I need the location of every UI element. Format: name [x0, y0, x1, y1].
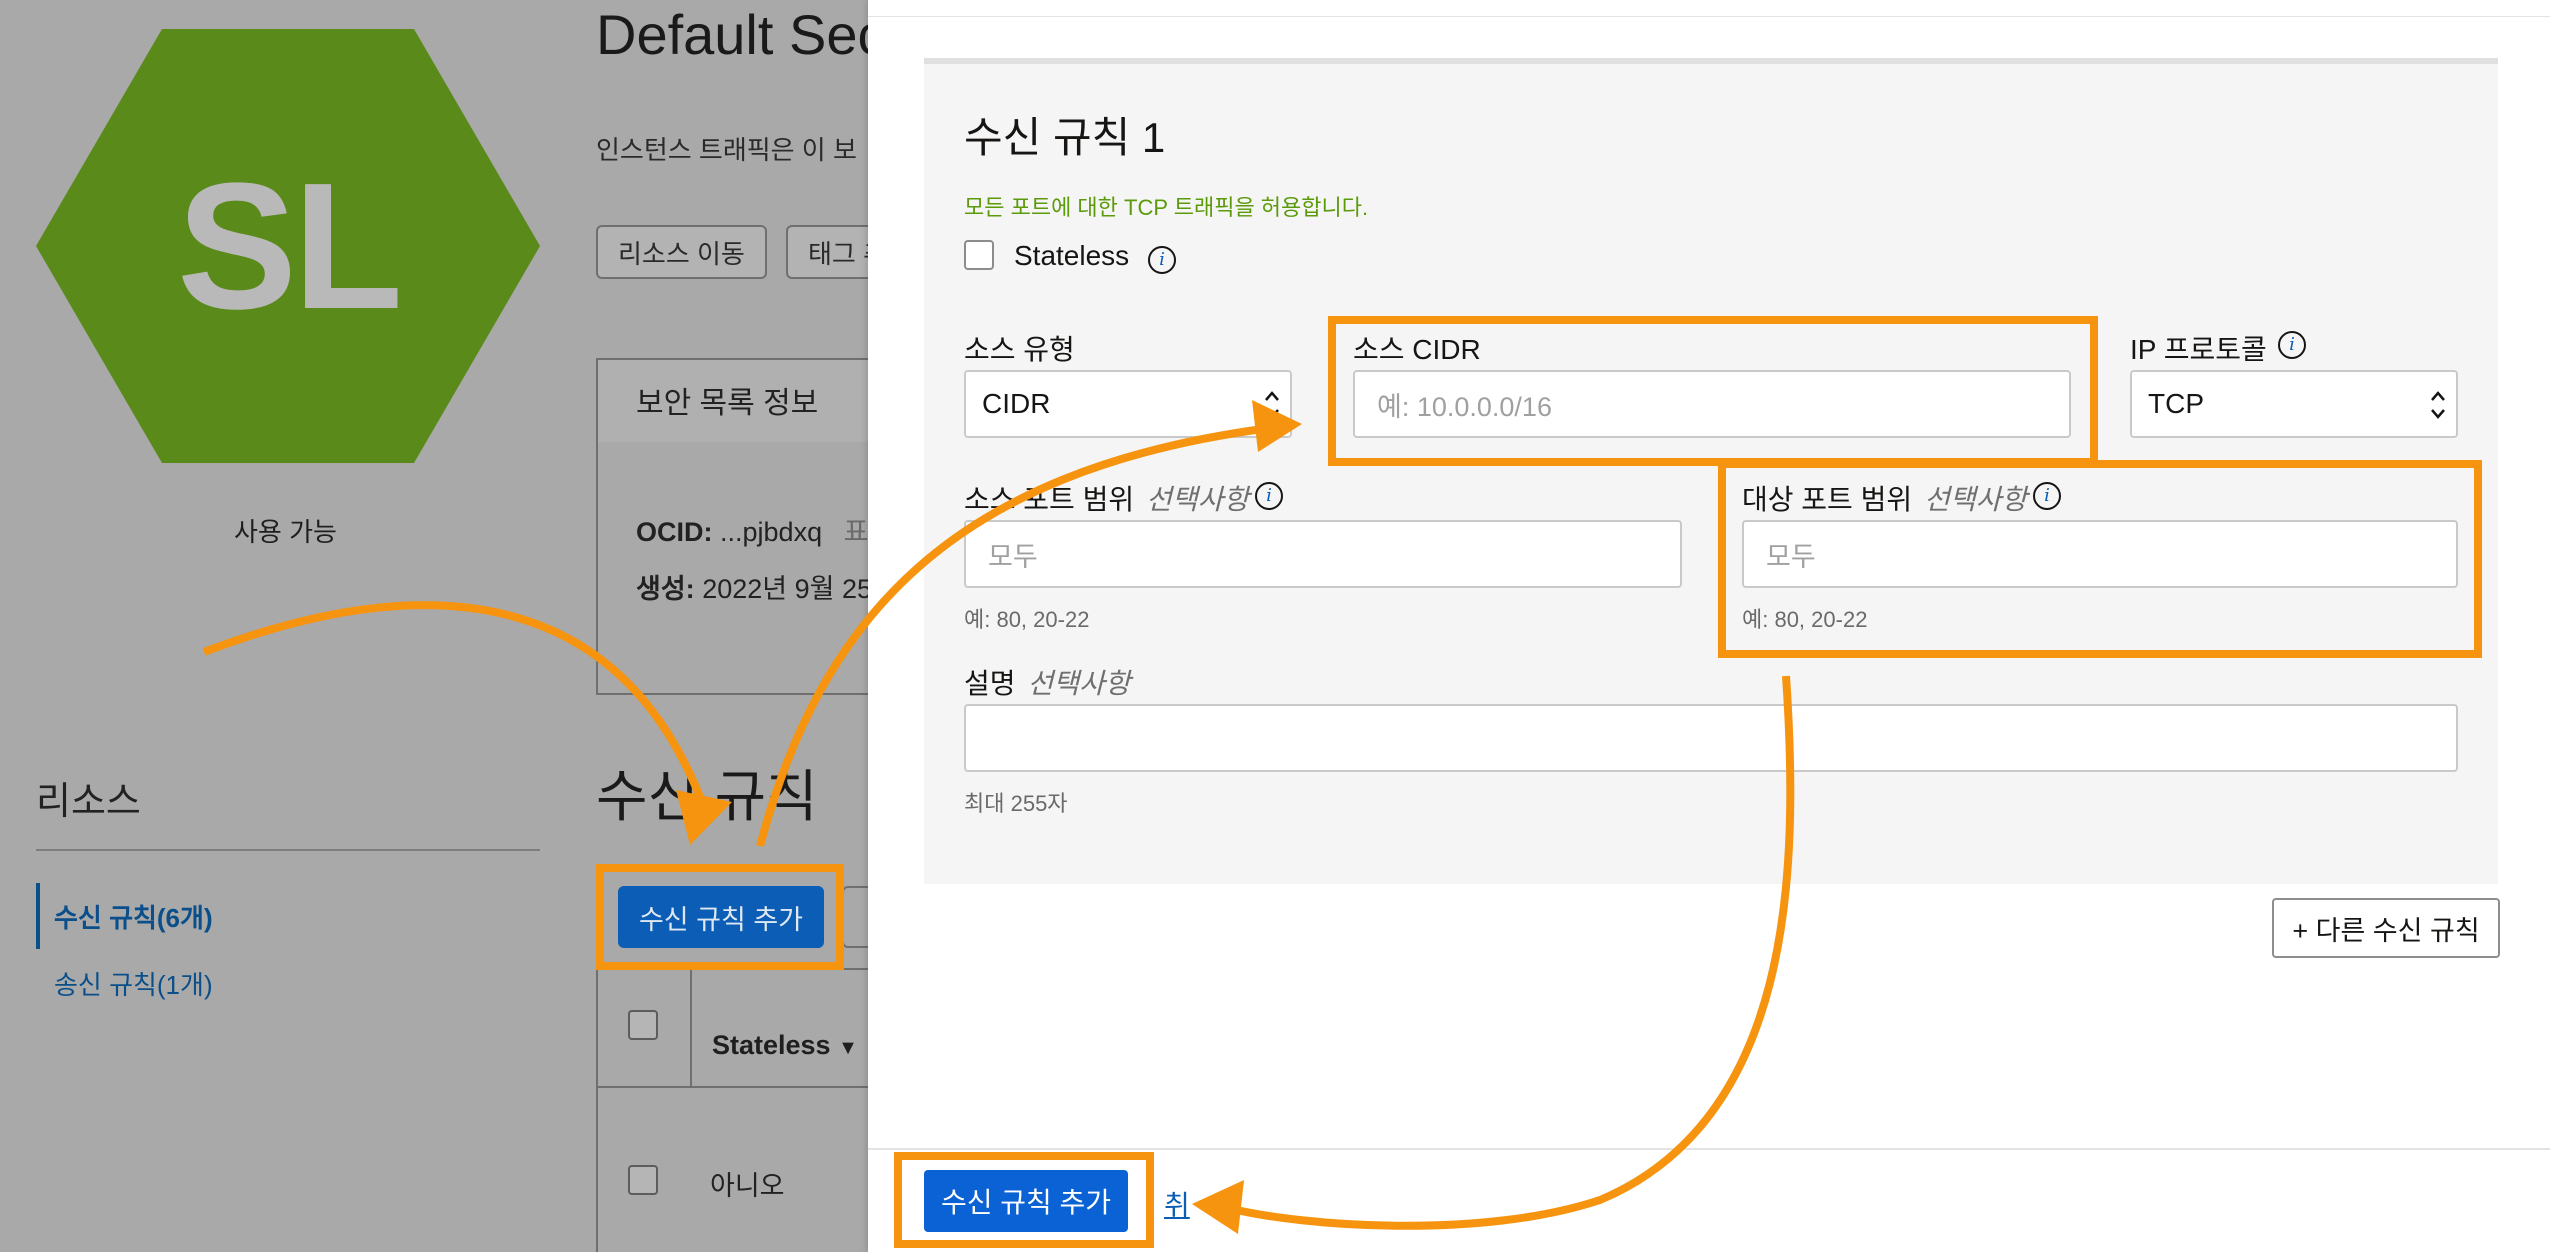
- resources-divider: [36, 849, 540, 851]
- stateless-label: Stateless: [1014, 240, 1130, 271]
- page-description: 인스턴스 트래픽은 이 보: [596, 135, 857, 165]
- ocid-row: OCID: ...pjbdxq 표: [636, 510, 868, 549]
- security-list-logo: SL: [36, 29, 540, 463]
- info-icon[interactable]: i: [2278, 331, 2306, 359]
- drawer-header-divider: [868, 16, 2550, 17]
- logo-text: SL: [176, 145, 403, 347]
- select-all-checkbox[interactable]: [628, 1010, 658, 1040]
- section-title: 수신 규칙: [596, 765, 818, 828]
- created-row: 생성: 2022년 9월 25: [636, 567, 870, 606]
- description-input[interactable]: [964, 704, 2458, 772]
- description-label: 설명 선택사항: [964, 662, 1131, 702]
- ip-protocol-select[interactable]: TCP: [2130, 370, 2458, 438]
- sort-down-icon: ▼: [838, 1037, 858, 1059]
- ocid-show-link[interactable]: 표: [844, 517, 869, 547]
- ip-protocol-label: IP 프로토콜: [2130, 334, 2267, 365]
- table-cell-stateless: 아니오: [710, 1171, 785, 1201]
- move-resource-button[interactable]: 리소스 이동: [596, 225, 767, 279]
- active-indicator: [36, 883, 40, 949]
- row-checkbox[interactable]: [628, 1165, 658, 1195]
- ocid-label: OCID:: [636, 517, 713, 547]
- highlight-box: [1328, 316, 2098, 466]
- background-page: SL 사용 가능 Default Sec 인스턴스 트래픽은 이 보 리소스 이…: [0, 0, 870, 1252]
- stateless-checkbox[interactable]: [964, 240, 994, 270]
- edit-button-partial[interactable]: [842, 886, 870, 948]
- footer-divider: [868, 1148, 2550, 1150]
- select-arrows-icon: [1265, 391, 1279, 419]
- ip-protocol-value: TCP: [2148, 388, 2204, 419]
- created-label: 생성:: [636, 574, 695, 604]
- select-arrows-icon: [2431, 391, 2445, 419]
- rule-title: 수신 규칙 1: [964, 114, 1166, 161]
- sidebar-item-ingress-rules[interactable]: 수신 규칙(6개): [54, 898, 213, 935]
- resources-title: 리소스: [36, 781, 141, 823]
- source-port-input[interactable]: 모두: [964, 520, 1682, 588]
- table-divider: [596, 1086, 870, 1088]
- ocid-value: ...pjbdxq: [720, 517, 823, 547]
- table-header-stateless[interactable]: Stateless ▼: [712, 1030, 858, 1061]
- source-port-label-text: 소스 포트 범위: [964, 484, 1135, 515]
- sidebar-item-egress-rules[interactable]: 송신 규칙(1개): [54, 965, 213, 1002]
- tab-label: 보안 목록 정보: [636, 387, 819, 420]
- highlight-box: [1718, 460, 2482, 658]
- optional-tag: 선택사항: [1027, 668, 1131, 699]
- source-port-help: 예: 80, 20-22: [964, 607, 1090, 632]
- rule-hint: 모든 포트에 대한 TCP 트래픽을 허용합니다.: [964, 195, 1369, 220]
- source-type-label: 소스 유형: [964, 334, 1075, 365]
- created-value: 2022년 9월 25: [702, 574, 870, 604]
- cancel-link[interactable]: 취: [1164, 1184, 1190, 1224]
- page-title: Default Sec: [596, 3, 870, 66]
- table-header-label: Stateless: [712, 1030, 831, 1060]
- optional-tag: 선택사항: [1146, 484, 1250, 515]
- description-label-text: 설명: [964, 668, 1016, 699]
- description-help: 최대 255자: [964, 791, 1068, 816]
- highlight-box: [894, 1152, 1154, 1248]
- info-icon[interactable]: i: [1255, 482, 1283, 510]
- source-type-value: CIDR: [982, 388, 1051, 419]
- source-port-label: 소스 포트 범위 선택사항: [964, 478, 1249, 518]
- add-another-rule-button[interactable]: + 다른 수신 규칙: [2272, 898, 2500, 958]
- status-label: 사용 가능: [234, 517, 337, 547]
- source-type-select[interactable]: CIDR: [964, 370, 1292, 438]
- table-divider: [690, 968, 692, 1088]
- info-icon[interactable]: i: [1148, 246, 1176, 274]
- add-tag-button[interactable]: 태그 추: [786, 225, 870, 279]
- highlight-box: [596, 864, 844, 970]
